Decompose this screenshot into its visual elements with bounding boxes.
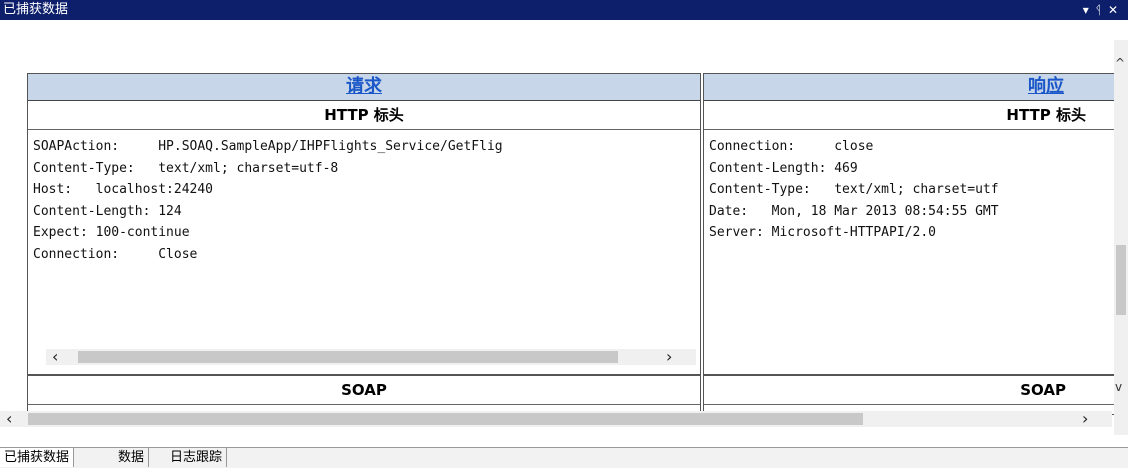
scroll-up-icon[interactable]: ^ (1115, 56, 1125, 70)
close-icon[interactable]: ✕ (1108, 3, 1124, 17)
scroll-left-icon[interactable]: ‹ (52, 347, 58, 366)
response-link[interactable]: 响应 (1028, 76, 1064, 97)
outer-scroll-left-icon[interactable]: ‹ (6, 409, 12, 428)
request-horizontal-scrollbar[interactable]: ‹ › (46, 347, 696, 366)
request-scroll-thumb[interactable] (78, 351, 618, 363)
request-headers-text: SOAPAction: HP.SOAQ.SampleApp/IHPFlights… (33, 139, 503, 262)
scroll-right-icon[interactable]: › (666, 347, 672, 366)
tab-captured-data[interactable]: 已捕获数据 (0, 448, 75, 467)
captured-data-content: 请求 HTTP 标头 SOAPAction: HP.SOAQ.SampleApp… (0, 20, 1128, 435)
request-http-headers-title: HTTP 标头 (28, 101, 700, 130)
request-panel: 请求 HTTP 标头 SOAPAction: HP.SOAQ.SampleApp… (27, 73, 701, 415)
outer-horizontal-scrollbar[interactable]: ‹ › (0, 409, 1112, 428)
response-header: 响应 (704, 74, 1114, 101)
request-soap-title: SOAP (28, 374, 700, 405)
request-link[interactable]: 请求 (346, 76, 382, 97)
vertical-scrollbar[interactable]: ^ v (1114, 40, 1128, 435)
window-title: 已捕获数据 (3, 2, 69, 17)
pin-icon[interactable]: ᛩ (1095, 3, 1108, 17)
response-headers-text: Connection: close Content-Length: 469 Co… (709, 139, 999, 240)
outer-scroll-thumb[interactable] (28, 413, 863, 425)
request-header: 请求 (28, 74, 700, 101)
response-http-headers-title: HTTP 标头 (704, 101, 1114, 130)
scroll-down-icon[interactable]: v (1115, 380, 1122, 394)
response-panel: 响应 HTTP 标头 Connection: close Content-Len… (703, 73, 1114, 415)
outer-scroll-right-icon[interactable]: › (1082, 409, 1088, 428)
tab-log-trace[interactable]: 日志跟踪 (166, 448, 228, 467)
dropdown-icon[interactable]: ▾ (1083, 3, 1095, 17)
vertical-scroll-thumb[interactable] (1116, 245, 1126, 315)
response-soap-title: SOAP (704, 374, 1114, 405)
tab-data[interactable]: 数据 (114, 448, 150, 467)
window-controls: ▾ᛩ✕ (1083, 0, 1124, 20)
window-titlebar: 已捕获数据 ▾ᛩ✕ (0, 0, 1128, 20)
bottom-tab-bar: 已捕获数据 数据 日志跟踪 (0, 447, 1128, 468)
